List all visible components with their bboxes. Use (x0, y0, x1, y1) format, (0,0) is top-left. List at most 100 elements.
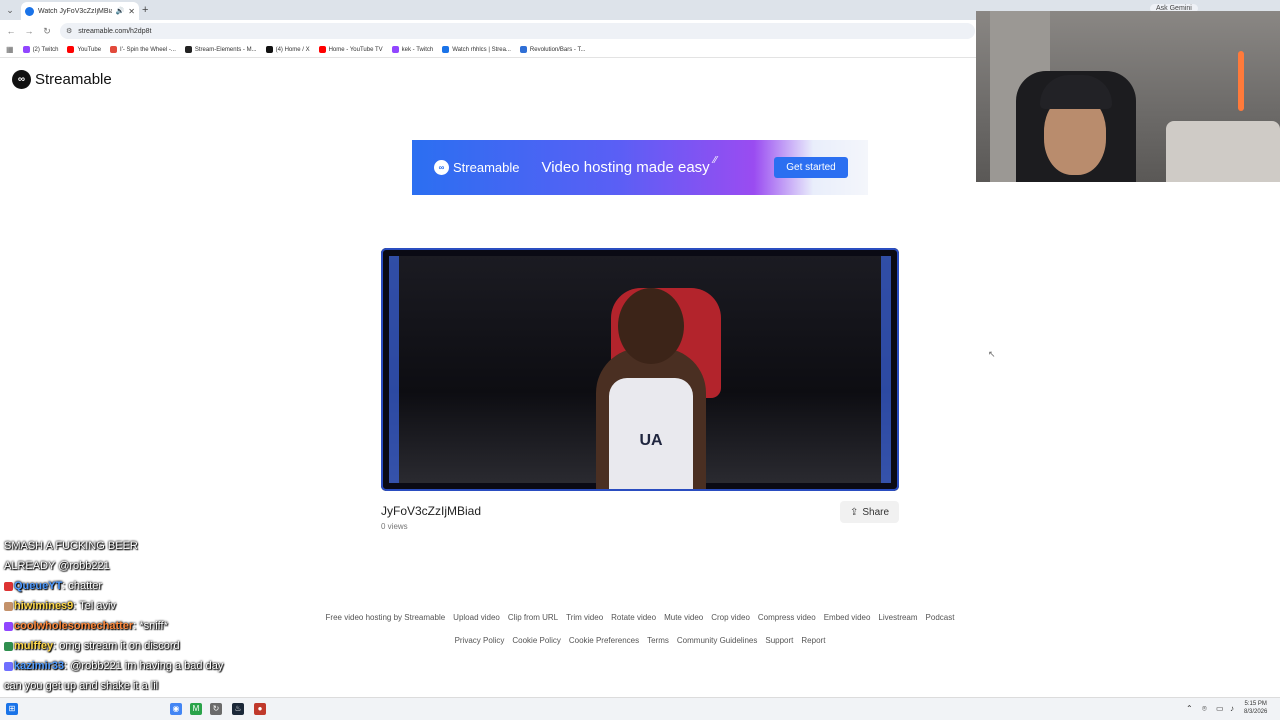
bookmark-item[interactable]: I'- Spin the Wheel -... (110, 46, 176, 53)
tab-search-icon[interactable]: ⌄ (3, 3, 17, 17)
footer-link[interactable]: Terms (647, 636, 669, 645)
banner-tagline: Video hosting made easy (541, 159, 710, 176)
video-border (381, 248, 899, 491)
chat-badge-icon (4, 641, 13, 651)
bookmark-label: (4) Home / X (275, 46, 310, 53)
site-logo-text: Streamable (35, 71, 112, 88)
chat-message: hiwimines9: Tel aviv (4, 600, 116, 612)
tray-chevron-icon[interactable]: ⌃ (1186, 704, 1193, 713)
chat-username: QueueYT (14, 580, 63, 592)
bookmark-favicon-icon (22, 46, 30, 53)
footer-link[interactable]: Support (765, 636, 793, 645)
mouse-cursor-icon: ↖ (988, 349, 996, 359)
chat-message: coolwholesomechatter: *sniff* (4, 620, 168, 632)
speaker-icon[interactable]: 🔊 (116, 7, 125, 15)
bookmark-item[interactable]: YouTube (67, 46, 101, 53)
footer-link[interactable]: Cookie Preferences (569, 636, 639, 645)
taskbar: ⊞ ◉ M ↻ ♨ ● ⌃ ⌾ ▭ ♪ 5:15 PM 8/3/2026 (0, 697, 1280, 720)
video-player[interactable]: UA (381, 248, 899, 491)
close-icon[interactable]: ✕ (128, 7, 135, 16)
new-tab-button[interactable]: + (142, 3, 148, 17)
footer-link[interactable]: Cookie Policy (512, 636, 560, 645)
bookmark-label: Revolution/Bars - T... (529, 46, 586, 53)
bookmark-label: kek - Twitch (401, 46, 434, 53)
obs-icon[interactable]: ● (254, 703, 266, 715)
refresh-app-icon[interactable]: ↻ (210, 703, 222, 715)
clock-date: 8/3/2026 (1244, 709, 1268, 715)
share-button[interactable]: ⇪ Share (840, 501, 899, 523)
chat-text: ALREADY @robb221 (4, 560, 110, 572)
steam-icon[interactable]: ♨ (232, 703, 244, 715)
chat-message: SMASH A FUCKING BEER (4, 540, 138, 552)
footer-link[interactable]: Privacy Policy (455, 636, 505, 645)
display-icon[interactable]: ▭ (1216, 704, 1224, 713)
site-logo[interactable]: ∞ Streamable (12, 70, 112, 89)
footer-link[interactable]: Livestream (878, 613, 917, 622)
webcam-sofa (1166, 121, 1280, 182)
video-views: 0 views (381, 522, 408, 531)
chat-text: : omg stream it on discord (53, 640, 180, 652)
footer-link[interactable]: Report (801, 636, 825, 645)
bookmark-item[interactable]: kek - Twitch (391, 46, 434, 53)
volume-icon[interactable]: ♪ (1230, 704, 1234, 713)
footer-link[interactable]: Embed video (824, 613, 871, 622)
bookmark-item[interactable]: Stream-Elements - M... (184, 46, 257, 53)
start-icon[interactable]: ⊞ (6, 703, 18, 715)
bookmark-label: I'- Spin the Wheel -... (120, 46, 176, 53)
footer-link[interactable]: Rotate video (611, 613, 656, 622)
chat-message: kazimir33: @robb221 im having a bad day (4, 660, 223, 672)
bookmark-favicon-icon (110, 46, 118, 53)
bookmark-item[interactable]: Revolution/Bars - T... (519, 46, 586, 53)
bookmark-favicon-icon (265, 46, 273, 53)
address-bar[interactable]: ⚙ streamable.com/h2dp8t (60, 23, 975, 39)
chat-username: hiwimines9 (14, 600, 74, 612)
video-title: JyFoV3cZzIjMBiad (381, 504, 482, 518)
tab-title: Watch JyFoV3cZzIjMBiad | ... (38, 7, 112, 15)
site-info-icon[interactable]: ⚙ (66, 27, 72, 35)
forward-icon[interactable]: → (22, 24, 36, 38)
bookmark-label: Stream-Elements - M... (194, 46, 257, 53)
footer-link[interactable]: Free video hosting by Streamable (326, 613, 446, 622)
network-icon[interactable]: ⌾ (1202, 704, 1207, 714)
footer-link[interactable]: Crop video (711, 613, 750, 622)
app-icon[interactable]: M (190, 703, 202, 715)
streamable-logo-icon: ∞ (434, 160, 449, 175)
chat-username: coolwholesomechatter (14, 620, 134, 632)
bookmark-favicon-icon (442, 46, 450, 53)
bookmark-item[interactable]: Home - YouTube TV (318, 46, 383, 53)
clock[interactable]: 5:15 PM 8/3/2026 (1244, 700, 1267, 716)
chrome-icon[interactable]: ◉ (170, 703, 182, 715)
footer-link[interactable]: Upload video (453, 613, 500, 622)
footer-link[interactable]: Trim video (566, 613, 603, 622)
active-tab[interactable]: Watch JyFoV3cZzIjMBiad | ... 🔊 ✕ (21, 2, 139, 20)
footer-link[interactable]: Mute video (664, 613, 703, 622)
banner-logo: ∞ Streamable (434, 160, 519, 175)
banner-ad[interactable]: ∞ Streamable Video hosting made easy ⁄⁄ … (412, 140, 868, 195)
bookmark-item[interactable]: Watch rhhlcs | Strea... (442, 46, 511, 53)
bookmark-item[interactable]: (2) Twitch (22, 46, 59, 53)
footer-link[interactable]: Podcast (926, 613, 955, 622)
chat-badge-icon (4, 601, 13, 611)
bookmark-item[interactable]: (4) Home / X (265, 46, 310, 53)
share-label: Share (862, 506, 890, 518)
footer-link[interactable]: Compress video (758, 613, 816, 622)
bookmark-label: YouTube (77, 46, 102, 53)
reload-icon[interactable]: ↻ (40, 24, 54, 38)
webcam-lamp (1238, 51, 1244, 111)
share-icon: ⇪ (849, 506, 859, 518)
chat-text: : Tel aviv (73, 600, 116, 612)
get-started-button[interactable]: Get started (774, 157, 848, 178)
chat-text: can you get up and shake it a lil (4, 680, 159, 692)
apps-grid-icon[interactable]: ▦ (6, 45, 14, 54)
chat-username: kazimir33 (14, 660, 65, 672)
footer-link[interactable]: Clip from URL (508, 613, 558, 622)
chat-badge-icon (4, 621, 13, 631)
chat-text: SMASH A FUCKING BEER (4, 540, 138, 552)
streamable-favicon-icon (25, 6, 34, 16)
clock-time: 5:15 PM (1244, 701, 1267, 707)
chat-message: mulffey: omg stream it on discord (4, 640, 180, 652)
bookmark-label: (2) Twitch (32, 46, 59, 53)
footer-link[interactable]: Community Guidelines (677, 636, 757, 645)
back-icon[interactable]: ← (4, 24, 18, 38)
bookmark-favicon-icon (391, 46, 399, 53)
